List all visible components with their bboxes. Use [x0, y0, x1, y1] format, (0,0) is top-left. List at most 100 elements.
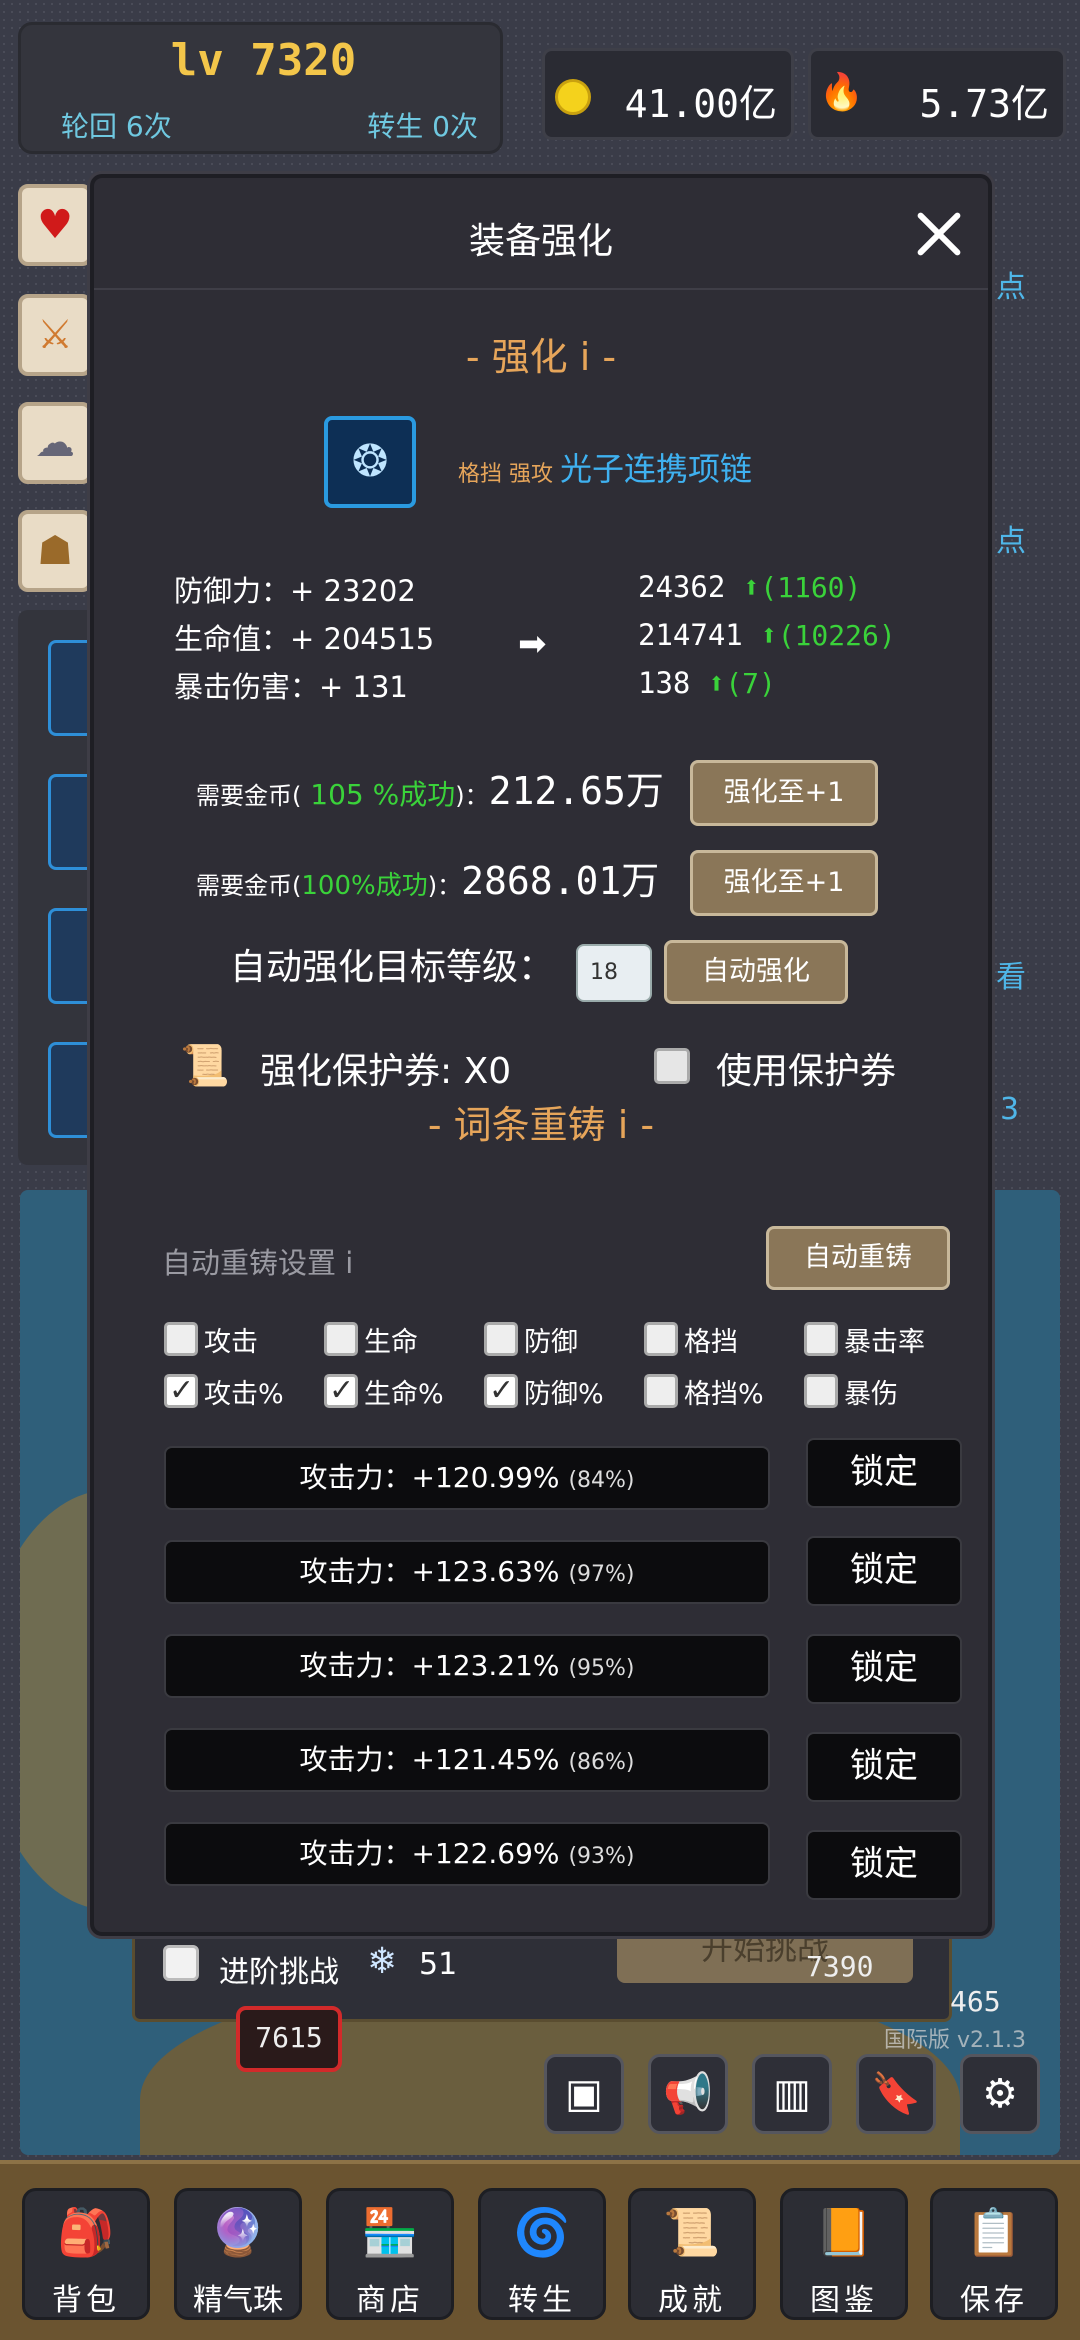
filter-checkbox[interactable]	[484, 1322, 518, 1356]
cost-row: 需要金币(100%成功)：2868.01万	[196, 850, 659, 905]
heart-slot[interactable]: ♥	[18, 184, 92, 266]
bookmark-button[interactable]: 🔖	[856, 2054, 936, 2134]
announce-button[interactable]: 📢	[648, 2054, 728, 2134]
affix-quality: (84%)	[568, 1468, 635, 1493]
auto-reforge-settings-label[interactable]: 自动重铸设置 i	[162, 1240, 353, 1282]
auto-enhance-button[interactable]: 自动强化	[664, 940, 848, 1004]
protect-ticket-count: 强化保护券: X0	[260, 1051, 512, 1092]
filter-label: 格挡%	[684, 1379, 764, 1410]
dialog-title: 装备强化	[468, 221, 613, 262]
divider	[94, 288, 988, 290]
enhance-plus1-guaranteed-button[interactable]: 强化至+1	[690, 850, 878, 916]
settings-button[interactable]: ⚙	[960, 2054, 1040, 2134]
filter-checkbox[interactable]	[644, 1322, 678, 1356]
achievement-icon: 📜	[663, 2205, 721, 2259]
enemy-power-tag[interactable]: 7390	[806, 1950, 908, 2006]
boss-slot[interactable]: ☗	[18, 510, 92, 592]
gold-counter: 41.00亿	[542, 48, 794, 140]
filter-checkbox[interactable]	[644, 1374, 678, 1408]
filter-label: 攻击	[204, 1327, 258, 1358]
filter-label: 生命	[364, 1327, 418, 1358]
scroll-icon: 📜	[180, 1043, 230, 1089]
nav-shop[interactable]: 🏪 商店	[326, 2188, 454, 2320]
necklace-icon[interactable]: ❂	[324, 416, 416, 508]
nav-label: 成就	[658, 2283, 726, 2318]
nav-label: 背包	[52, 2283, 120, 2318]
shop-icon: 🏪	[361, 2205, 419, 2259]
bookmark-icon: 🔖	[871, 2071, 921, 2117]
filter-label: 暴伤	[844, 1379, 898, 1410]
affix-text: 攻击力：+120.99%	[299, 1461, 560, 1494]
stat-new: 138 ⬆(7)	[638, 666, 776, 700]
lock-button[interactable]: 锁定	[806, 1438, 962, 1508]
affix-quality: (86%)	[568, 1750, 635, 1775]
fire-amount: 5.73亿	[919, 82, 1049, 126]
bg-side-text: 点	[996, 270, 1026, 305]
affix-row: 攻击力：+122.69% (93%)	[164, 1822, 770, 1886]
orb-icon: 🔮	[209, 2205, 267, 2259]
affix-quality: (95%)	[568, 1656, 635, 1681]
close-button[interactable]	[906, 202, 970, 266]
filter-checkbox[interactable]	[484, 1373, 518, 1408]
stat-new: 24362 ⬆(1160)	[638, 570, 861, 604]
stat-new-value: 214741	[638, 618, 743, 652]
advanced-challenge-checkbox[interactable]	[163, 1945, 199, 1981]
fire-counter: 🔥 5.73亿	[808, 48, 1066, 140]
portrait-button[interactable]: ▣	[544, 2054, 624, 2134]
reforge-section-title[interactable]: - 词条重铸 i -	[94, 1094, 988, 1149]
auto-reforge-button[interactable]: 自动重铸	[766, 1226, 950, 1290]
filter-checkbox[interactable]	[164, 1322, 198, 1356]
portrait-icon: ▣	[565, 2071, 603, 2117]
nav-rebirth[interactable]: 🌀 转生	[478, 2188, 606, 2320]
bottom-nav: 🎒 背包 🔮 精气珠 🏪 商店 🌀 转生 📜 成就 📙 图鉴 📋 保存	[0, 2160, 1080, 2340]
save-icon: 📋	[965, 2205, 1023, 2259]
nav-orb[interactable]: 🔮 精气珠	[174, 2188, 302, 2320]
affix-text: 攻击力：+122.69%	[299, 1837, 560, 1870]
use-ticket-checkbox[interactable]	[654, 1048, 690, 1084]
affix-row: 攻击力：+121.45% (86%)	[164, 1728, 770, 1792]
lock-button[interactable]: 锁定	[806, 1732, 962, 1802]
filter-label: 格挡	[684, 1327, 738, 1358]
auto-target-label: 自动强化目标等级：	[230, 947, 555, 988]
affix-text: 攻击力：+123.63%	[299, 1555, 560, 1588]
nav-save[interactable]: 📋 保存	[930, 2188, 1058, 2320]
enemy-power-tag[interactable]: 465	[950, 1985, 1001, 2018]
filter-label: 防御	[524, 1327, 578, 1358]
idol-icon: ☗	[37, 528, 73, 574]
lock-button[interactable]: 锁定	[806, 1634, 962, 1704]
megaphone-icon: 📢	[663, 2071, 713, 2117]
stats-button[interactable]: ▥	[752, 2054, 832, 2134]
level-panel: lv 7320 轮回 6次 转生 0次	[18, 22, 503, 154]
enemy-power-tag[interactable]: 7615	[236, 2006, 342, 2072]
arrow-right-icon: ➡	[518, 624, 547, 664]
rebirth-icon: 🌀	[513, 2205, 571, 2259]
enhance-plus1-button[interactable]: 强化至+1	[690, 760, 878, 826]
filter-checkbox[interactable]	[804, 1374, 838, 1408]
crystal-icon: ❄	[367, 1941, 398, 1982]
nav-backpack[interactable]: 🎒 背包	[22, 2188, 150, 2320]
affix-row: 攻击力：+123.21% (95%)	[164, 1634, 770, 1698]
filter-checkbox[interactable]	[324, 1373, 358, 1408]
lock-button[interactable]: 锁定	[806, 1830, 962, 1900]
bg-side-text: 3	[1000, 1092, 1020, 1127]
filter-checkbox[interactable]	[164, 1373, 198, 1408]
cost-prefix: 需要金币(	[196, 782, 302, 810]
player-level: lv 7320	[170, 35, 357, 86]
stat-new-value: 24362	[638, 570, 726, 604]
filter-checkbox[interactable]	[804, 1322, 838, 1356]
heart-icon: ♥	[37, 202, 73, 248]
filter-checkbox[interactable]	[324, 1322, 358, 1356]
enhance-section-title[interactable]: - 强化 i -	[94, 326, 988, 381]
lock-button[interactable]: 锁定	[806, 1536, 962, 1606]
nav-codex[interactable]: 📙 图鉴	[780, 2188, 908, 2320]
reincarnate-count: 转生 0次	[367, 110, 478, 143]
bg-side-text: 点	[996, 524, 1026, 559]
affix-row: 攻击力：+123.63% (97%)	[164, 1540, 770, 1604]
monster-slot[interactable]: ☁	[18, 402, 92, 484]
codex-icon: 📙	[815, 2205, 873, 2259]
auto-target-input[interactable]: 18	[576, 944, 652, 1002]
sword-slot[interactable]: ⚔	[18, 294, 92, 376]
nav-label: 图鉴	[810, 2283, 878, 2318]
nav-achievement[interactable]: 📜 成就	[628, 2188, 756, 2320]
gear-icon: ⚙	[982, 2071, 1018, 2117]
